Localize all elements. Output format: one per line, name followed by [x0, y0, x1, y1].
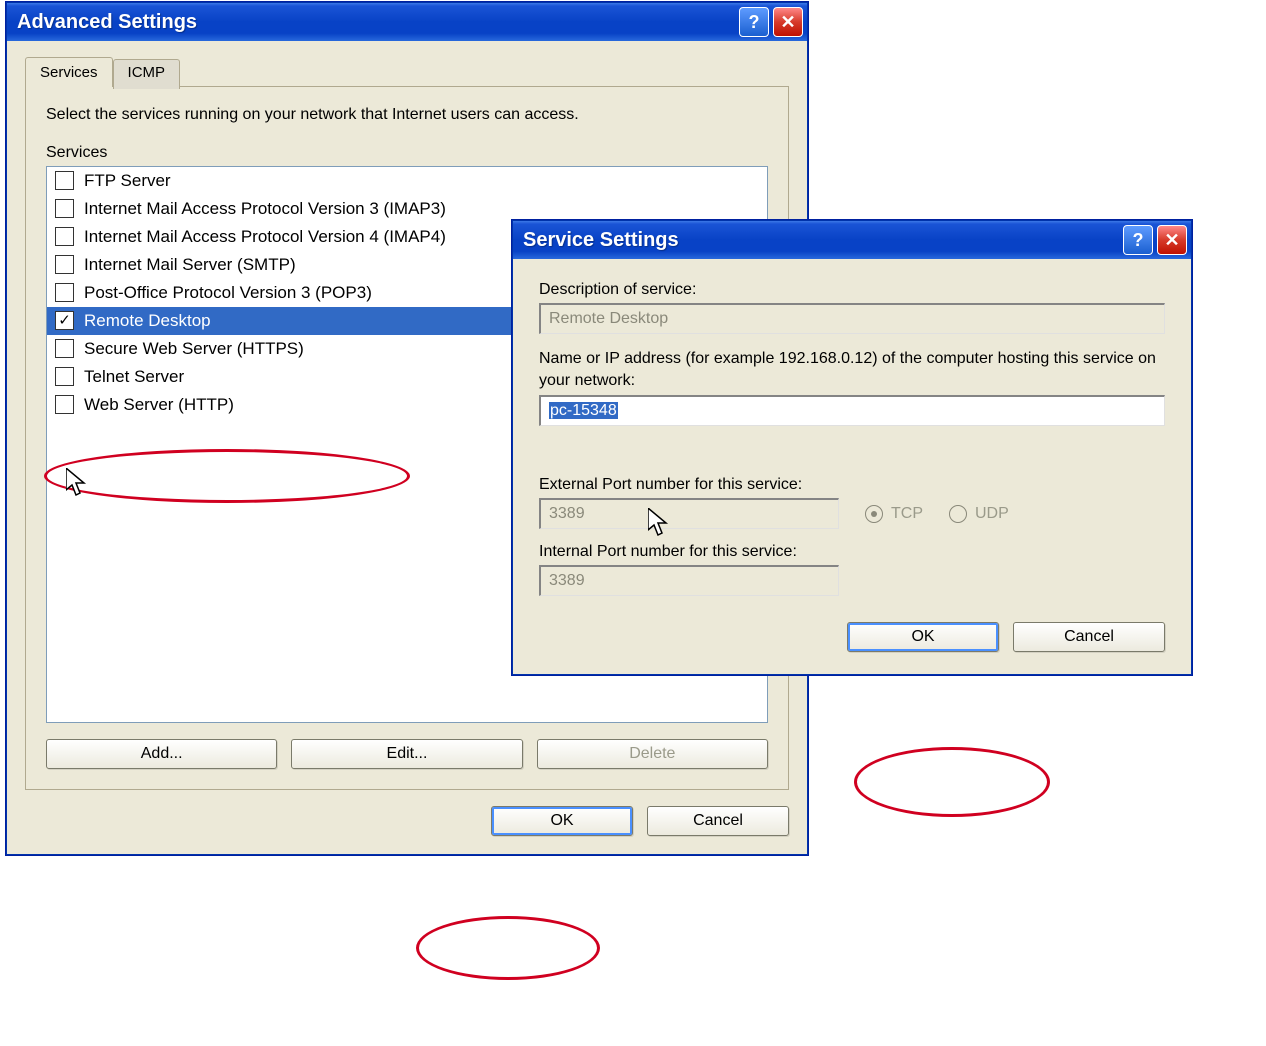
description-label: Description of service:	[539, 281, 1165, 299]
cancel-button[interactable]: Cancel	[647, 806, 789, 836]
tab-icmp[interactable]: ICMP	[113, 59, 181, 89]
checkbox-icon[interactable]	[55, 367, 74, 386]
add-button[interactable]: Add...	[46, 739, 277, 769]
service-item-label: Secure Web Server (HTTPS)	[84, 339, 304, 359]
external-port-input: 3389	[539, 498, 839, 529]
ok-button[interactable]: OK	[491, 806, 633, 836]
checkbox-icon[interactable]	[55, 171, 74, 190]
service-item-label: Web Server (HTTP)	[84, 395, 234, 415]
instruction-text: Select the services running on your netw…	[46, 105, 768, 126]
ip-label: Name or IP address (for example 192.168.…	[539, 348, 1165, 391]
checkbox-icon[interactable]	[55, 311, 74, 330]
help-button[interactable]: ?	[739, 7, 769, 37]
checkbox-icon[interactable]	[55, 283, 74, 302]
checkbox-icon[interactable]	[55, 199, 74, 218]
window-title: Advanced Settings	[17, 11, 197, 34]
close-button[interactable]: ✕	[1157, 225, 1187, 255]
radio-dot-icon	[949, 505, 967, 523]
delete-button: Delete	[537, 739, 768, 769]
services-label: Services	[46, 144, 768, 162]
tcp-radio: TCP	[865, 505, 923, 523]
checkbox-icon[interactable]	[55, 255, 74, 274]
checkbox-icon[interactable]	[55, 395, 74, 414]
service-item[interactable]: FTP Server	[47, 167, 767, 195]
close-button[interactable]: ✕	[773, 7, 803, 37]
cancel-button[interactable]: Cancel	[1013, 622, 1165, 652]
service-settings-window: Service Settings ? ✕ Description of serv…	[512, 220, 1192, 675]
service-item-label: Remote Desktop	[84, 311, 211, 331]
description-input: Remote Desktop	[539, 303, 1165, 334]
edit-button[interactable]: Edit...	[291, 739, 522, 769]
ip-input[interactable]: pc-15348	[539, 395, 1165, 426]
service-item-label: Internet Mail Access Protocol Version 4 …	[84, 227, 446, 247]
service-item-label: Internet Mail Server (SMTP)	[84, 255, 296, 275]
service-item-label: FTP Server	[84, 171, 171, 191]
service-item-label: Internet Mail Access Protocol Version 3 …	[84, 199, 446, 219]
udp-radio: UDP	[949, 505, 1009, 523]
window-title: Service Settings	[523, 229, 679, 252]
annotation-ellipse	[416, 916, 600, 980]
titlebar: Advanced Settings ? ✕	[7, 3, 807, 41]
titlebar: Service Settings ? ✕	[513, 221, 1191, 259]
internal-port-label: Internal Port number for this service:	[539, 543, 1165, 561]
checkbox-icon[interactable]	[55, 339, 74, 358]
tab-services[interactable]: Services	[25, 57, 113, 87]
external-port-label: External Port number for this service:	[539, 476, 1165, 494]
annotation-ellipse	[854, 747, 1050, 817]
radio-dot-icon	[865, 505, 883, 523]
service-item-label: Post-Office Protocol Version 3 (POP3)	[84, 283, 372, 303]
service-item-label: Telnet Server	[84, 367, 184, 387]
help-button[interactable]: ?	[1123, 225, 1153, 255]
service-item[interactable]: Internet Mail Access Protocol Version 3 …	[47, 195, 767, 223]
ok-button[interactable]: OK	[847, 622, 999, 652]
internal-port-input: 3389	[539, 565, 839, 596]
checkbox-icon[interactable]	[55, 227, 74, 246]
